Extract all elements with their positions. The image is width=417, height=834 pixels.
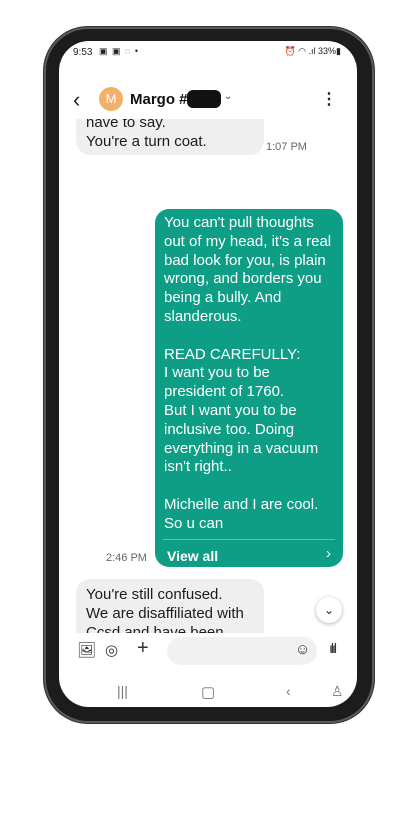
chevron-down-icon: ⌄	[323, 603, 335, 617]
contact-name[interactable]: Margo #	[130, 91, 188, 108]
gallery-icon[interactable]: 🖼	[77, 641, 96, 659]
nav-back-icon[interactable]: ‹	[286, 683, 291, 699]
plus-icon[interactable]: +	[137, 637, 149, 660]
chevron-right-icon: ›	[326, 545, 331, 562]
conversation-header: ‹ M Margo # ⌄ ⋮	[59, 85, 357, 117]
notification-icons: ▣ ▣ ◌ •	[99, 46, 140, 56]
message-composer: 🖼 ◎ + ☺ ılıl	[59, 633, 357, 669]
outgoing-message[interactable]: You can't pull thoughts out of my head, …	[155, 209, 343, 567]
recents-icon[interactable]: |||	[117, 683, 128, 699]
back-icon[interactable]: ‹	[73, 87, 80, 113]
home-icon[interactable]: ▢	[201, 683, 215, 701]
system-icons: ⏰ ◠ .ıl 33%▮	[284, 46, 341, 56]
message-list[interactable]: have to say. You're a turn coat. 1:07 PM…	[59, 119, 357, 639]
system-navigation-bar: ||| ▢ ‹ ♙	[59, 679, 357, 707]
voice-icon[interactable]: ılıl	[329, 640, 337, 656]
view-all-label: View all	[167, 548, 219, 564]
emoji-icon[interactable]: ☺	[295, 641, 310, 658]
scroll-down-button[interactable]: ⌄	[316, 597, 342, 623]
message-timestamp: 2:46 PM	[106, 552, 147, 564]
message-text: You can't pull thoughts out of my head, …	[164, 214, 332, 532]
phone-screen: 9:53 ▣ ▣ ◌ • ⏰ ◠ .ıl 33%▮ ‹ M Margo # ⌄ …	[59, 41, 357, 707]
incoming-message[interactable]: have to say. You're a turn coat.	[76, 119, 264, 155]
redaction-block	[187, 90, 221, 108]
accessibility-icon[interactable]: ♙	[331, 683, 344, 700]
avatar[interactable]: M	[99, 87, 123, 111]
chevron-down-icon[interactable]: ⌄	[224, 91, 232, 102]
camera-icon[interactable]: ◎	[105, 641, 118, 659]
more-options-icon[interactable]: ⋮	[321, 89, 337, 109]
message-timestamp: 1:07 PM	[266, 141, 307, 153]
incoming-message[interactable]: You're still confused. We are disaffilia…	[76, 579, 264, 639]
status-time: 9:53	[73, 47, 93, 58]
status-bar: 9:53 ▣ ▣ ◌ • ⏰ ◠ .ıl 33%▮	[59, 41, 357, 65]
message-text: have to say. You're a turn coat.	[86, 119, 207, 150]
message-text: You're still confused. We are disaffilia…	[86, 586, 244, 639]
view-all-button[interactable]: View all ›	[163, 539, 335, 567]
